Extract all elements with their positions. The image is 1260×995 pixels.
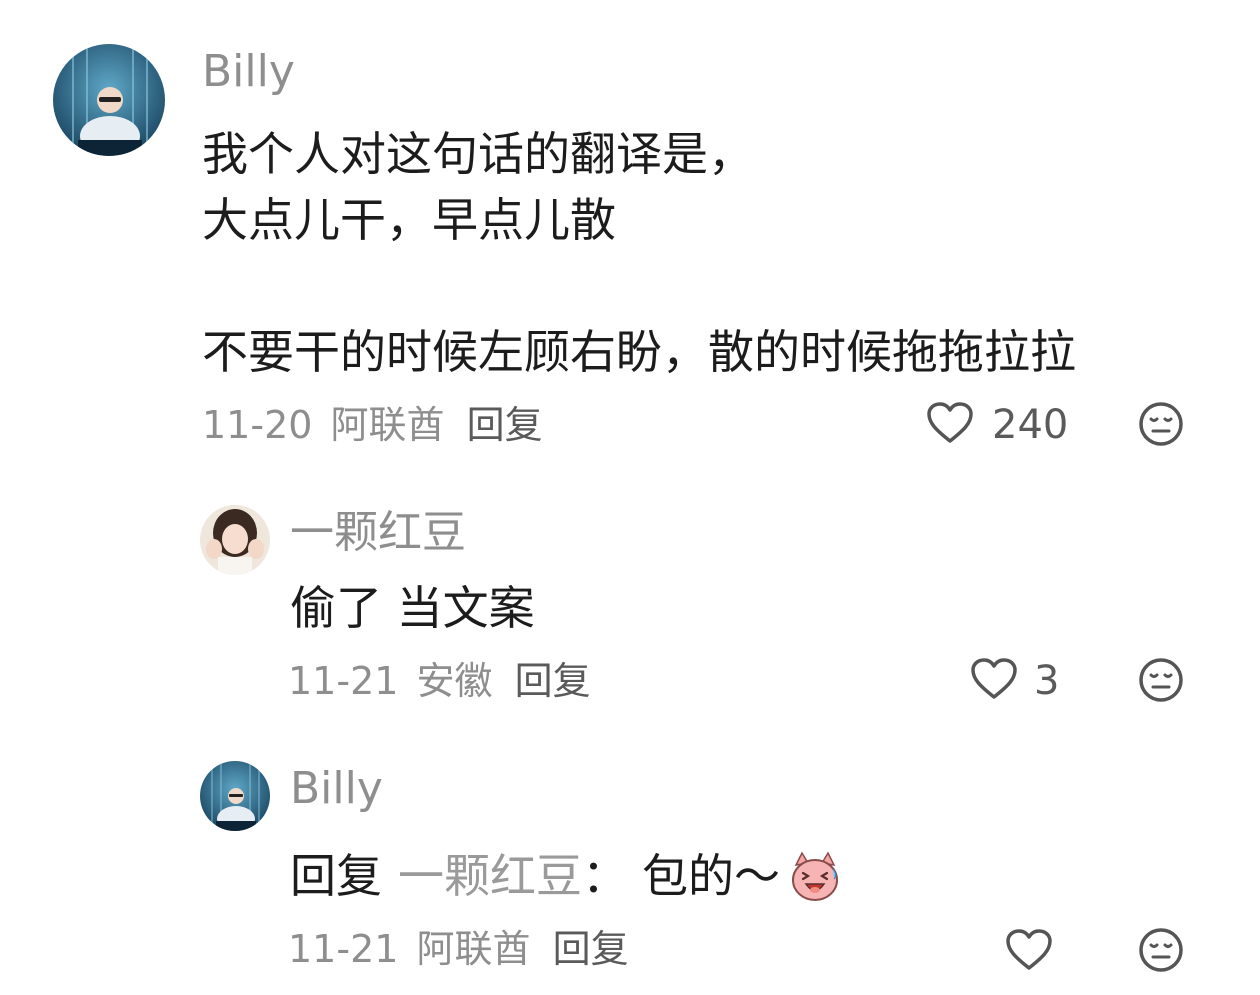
reply-author[interactable]: Billy xyxy=(290,761,383,817)
reply-meta: 11-21 阿联酋 回复 xyxy=(288,924,629,974)
reply-date: 11-21 xyxy=(288,659,399,703)
reply-meta: 11-21 安徽 回复 xyxy=(288,656,591,706)
neutral-face-icon xyxy=(1138,402,1184,451)
comment-text-line-3: 不要干的时候左顾右盼，散的时候拖拖拉拉 xyxy=(202,325,1076,379)
reply-colon: ： xyxy=(582,849,628,903)
reply-prefix: 回复 xyxy=(290,849,382,903)
reply-text: 偷了 当文案 xyxy=(290,581,535,635)
comment-text-line-2: 大点儿干，早点儿散 xyxy=(202,193,616,247)
heart-outline-icon xyxy=(926,401,974,449)
reply-location: 阿联酋 xyxy=(416,927,531,971)
heart-outline-icon xyxy=(970,657,1018,705)
reply-target-user[interactable]: 一颗红豆 xyxy=(398,846,582,906)
like-count: 3 xyxy=(1034,658,1060,704)
like-count: 240 xyxy=(992,402,1069,448)
neutral-face-icon xyxy=(1138,928,1184,977)
avatar[interactable] xyxy=(53,44,165,156)
comment-date: 11-20 xyxy=(202,403,313,447)
dislike-button[interactable] xyxy=(1138,657,1184,707)
reply-location: 安徽 xyxy=(416,659,493,703)
reply-author[interactable]: 一颗红豆 xyxy=(290,505,466,561)
avatar[interactable] xyxy=(200,505,270,575)
laughing-pig-sticker xyxy=(788,849,842,903)
like-button[interactable]: 3 xyxy=(970,656,1059,706)
reply-text-row: 回复 一颗红豆 ： 包的～ xyxy=(290,846,842,906)
avatar[interactable] xyxy=(200,761,270,831)
like-button[interactable]: 240 xyxy=(926,400,1068,450)
comment-text-line-1: 我个人对这句话的翻译是， xyxy=(202,127,754,181)
reply-button[interactable]: 回复 xyxy=(467,403,543,447)
reply-text: 包的～ xyxy=(642,849,780,903)
heart-outline-icon xyxy=(1005,928,1053,976)
comment-author[interactable]: Billy xyxy=(202,44,295,100)
reply-button[interactable]: 回复 xyxy=(515,659,591,703)
comment-location: 阿联酋 xyxy=(330,403,445,447)
reply-button[interactable]: 回复 xyxy=(553,927,629,971)
reply-date: 11-21 xyxy=(288,927,399,971)
comment-meta: 11-20 阿联酋 回复 xyxy=(202,400,543,450)
like-button[interactable] xyxy=(1005,927,1053,977)
dislike-button[interactable] xyxy=(1138,401,1184,451)
dislike-button[interactable] xyxy=(1138,927,1184,977)
neutral-face-icon xyxy=(1138,658,1184,707)
